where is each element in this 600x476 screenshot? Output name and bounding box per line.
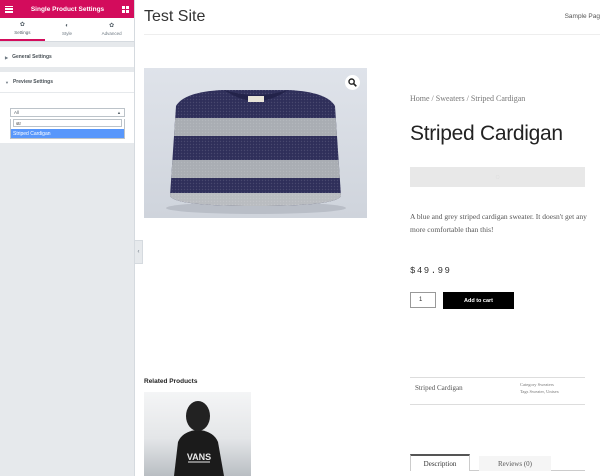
select-value: All <box>14 110 20 115</box>
related-products-title: Related Products <box>144 378 198 385</box>
collapse-panel-icon[interactable]: ‹ <box>135 240 143 264</box>
hoodie-image: VANS <box>174 401 224 476</box>
meta-tags[interactable]: Tags Sweater, Unisex <box>520 388 559 395</box>
select-dropdown: str Striped Cardigan <box>10 119 125 139</box>
product-description: A blue and grey striped cardigan sweater… <box>410 212 587 234</box>
section-general-settings[interactable]: ▶ General Settings <box>0 47 134 67</box>
editor-panel: Single Product Settings ✿ Settings ◐ Sty… <box>0 0 135 476</box>
breadcrumb[interactable]: Home / Sweaters / Striped Cardigan <box>410 94 525 103</box>
placeholder-button[interactable]: ◌ <box>410 167 585 187</box>
caret-down-icon: ▼ <box>5 79 9 85</box>
hoodie-logo: VANS <box>187 452 211 462</box>
nav-item-sample-page[interactable]: Sample Pag <box>565 13 600 20</box>
site-title[interactable]: Test Site <box>144 8 205 26</box>
preview-settings-body: All ▲ str Striped Cardigan <box>0 93 134 143</box>
panel-tabs: ✿ Settings ◐ Style ✿ Advanced <box>0 18 134 42</box>
meta-category[interactable]: Category Sweaters <box>520 381 559 388</box>
product-title: Striped Cardigan <box>410 122 563 145</box>
dropdown-search-input[interactable]: str <box>13 119 122 127</box>
loading-icon: ◌ <box>495 173 500 181</box>
section-preview-settings[interactable]: ▼ Preview Settings <box>0 72 134 92</box>
menu-icon[interactable] <box>5 5 13 13</box>
gear-icon: ✿ <box>109 23 115 29</box>
tab-label: Settings <box>14 30 31 35</box>
related-product-image[interactable]: VANS <box>144 392 251 476</box>
section-label: Preview Settings <box>12 79 53 85</box>
contrast-icon: ◐ <box>65 23 69 29</box>
gear-icon: ✿ <box>19 22 25 28</box>
sweater-image <box>166 90 346 214</box>
tab-label: Advanced <box>101 31 122 36</box>
tab-settings[interactable]: ✿ Settings <box>0 18 45 41</box>
meta-divider-bottom <box>410 404 585 405</box>
section-label: General Settings <box>12 54 52 60</box>
tab-style[interactable]: ◐ Style <box>45 18 90 41</box>
add-to-cart-button[interactable]: Add to cart <box>443 292 514 309</box>
header-divider <box>144 34 600 35</box>
caret-right-icon: ▶ <box>5 54 9 60</box>
chevron-down-icon: ▲ <box>117 110 121 115</box>
quantity-input[interactable]: 1 <box>410 292 436 308</box>
preview-select[interactable]: All ▲ <box>10 108 125 117</box>
zoom-button[interactable] <box>345 75 360 90</box>
tab-reviews[interactable]: Reviews (0) <box>479 456 551 471</box>
tab-description[interactable]: Description <box>410 454 470 471</box>
meta-divider-top <box>410 377 585 378</box>
product-image[interactable] <box>144 68 367 218</box>
product-price: $49.99 <box>410 266 452 276</box>
search-icon <box>348 78 357 87</box>
product-meta: Category Sweaters Tags Sweater, Unisex <box>520 381 559 395</box>
tab-label: Style <box>62 31 73 36</box>
dropdown-option[interactable]: Striped Cardigan <box>11 129 124 138</box>
panel-title: Single Product Settings <box>30 5 105 13</box>
meta-product-name: Striped Cardigan <box>415 384 463 392</box>
widgets-grid-icon[interactable] <box>122 5 129 13</box>
tab-advanced[interactable]: ✿ Advanced <box>89 18 134 41</box>
panel-header: Single Product Settings <box>0 0 134 18</box>
